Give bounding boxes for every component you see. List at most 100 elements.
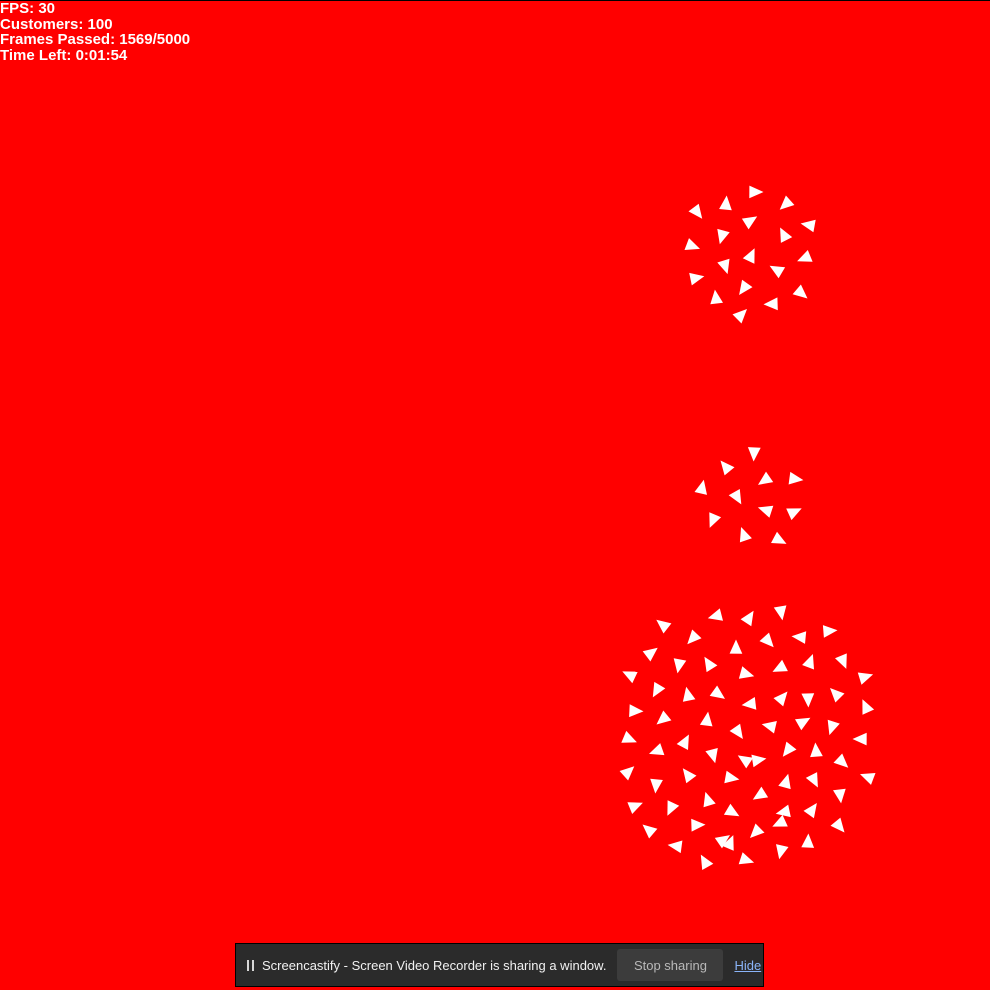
customer-agent [738,666,755,679]
customer-agent [737,755,754,769]
customer-agent [667,840,683,854]
customer-agent [800,219,816,233]
customer-agent [776,844,789,860]
customer-agent [805,772,818,788]
customer-agent [652,681,666,698]
customer-agent [773,605,787,621]
pause-icon [247,959,254,971]
customer-agent [728,489,742,505]
customer-agent [830,688,845,703]
customer-agent [673,658,687,674]
customer-agent [759,632,774,648]
frames-passed: Frames Passed: 1569/5000 [0,31,191,48]
fps-counter: FPS: 30 [0,0,56,17]
customer-agent [752,786,769,800]
customer-agent [827,719,840,736]
customer-agent [833,788,846,804]
customer-agent [830,817,845,833]
customer-agent [822,625,838,638]
customer-agent [732,309,747,324]
customer-agent [792,284,808,299]
customer-agent [729,723,743,739]
customer-agent [741,216,758,230]
customer-agent [704,656,718,673]
customer-agent [739,279,753,295]
customer-agent [860,773,876,785]
customer-agent [742,248,755,264]
customer-agent [772,814,788,827]
customer-agent [699,711,713,727]
customer-agent [797,250,813,262]
customer-agent [740,610,754,627]
hide-link[interactable]: Hide [734,958,761,973]
customer-agent [710,289,723,305]
customer-agent [772,659,788,672]
customer-agent [717,228,730,245]
customer-agent [717,258,730,275]
customer-agent [810,742,823,758]
customer-agent [795,717,811,731]
customer-agent [738,852,755,865]
customer-agent [682,768,697,784]
simulation-canvas [619,185,876,870]
customer-agent [627,802,643,814]
customer-agent [622,671,638,684]
customer-agent [788,471,804,485]
customer-agent [773,691,788,707]
customer-agent [833,753,849,768]
hud-stats: FPS: 30 Customers: 100 Frames Passed: 15… [0,1,190,63]
customer-agent [621,730,637,743]
customer-agent [801,693,815,708]
customer-agent [778,773,791,790]
customer-agent [707,608,723,621]
customer-agent [629,704,644,718]
stop-sharing-button[interactable]: Stop sharing [617,949,724,981]
customer-agent [761,721,777,734]
customer-agent [739,527,752,543]
customer-agent [751,754,767,768]
customer-agent [650,778,663,794]
customer-agent [682,686,696,702]
customer-agent [619,766,635,781]
customer-agent [741,697,757,710]
customer-agent [757,505,774,518]
share-message: Screencastify - Screen Video Recorder is… [262,957,607,973]
customer-agent [676,734,689,750]
customer-agent [862,699,875,715]
customer-agent [791,631,807,644]
customer-agent [802,654,814,670]
customer-agents [619,185,876,870]
customer-agent [691,818,706,832]
customer-agent [688,203,703,219]
customer-agent [769,265,786,279]
customer-agent [687,629,702,645]
customer-agent [656,710,672,725]
customer-agent [656,619,672,634]
customer-agent [700,854,714,870]
customer-count: Customers: 100 [0,15,113,33]
customer-agent [709,512,722,528]
customer-agent [709,685,725,699]
customer-agent [684,238,700,250]
customer-agent [724,770,740,784]
customer-agent [758,471,774,485]
customer-agent [852,732,867,746]
customer-agent [667,800,680,816]
customer-agent [649,743,665,756]
customer-agent [705,748,718,764]
customer-agent [775,804,791,818]
customer-agent [749,185,764,199]
customer-agent [642,824,658,839]
customer-agent [786,508,802,521]
customer-agent [694,479,707,495]
customer-agent [689,272,705,286]
customer-agent [750,823,765,838]
customer-agent [835,653,847,669]
customer-agent [720,460,735,476]
customer-agent [780,227,793,243]
customer-agent [719,195,732,211]
customer-agent [779,195,795,210]
customer-agent [857,672,874,685]
screen-share-bar: Screencastify - Screen Video Recorder is… [235,943,764,987]
customer-agent [763,297,778,311]
